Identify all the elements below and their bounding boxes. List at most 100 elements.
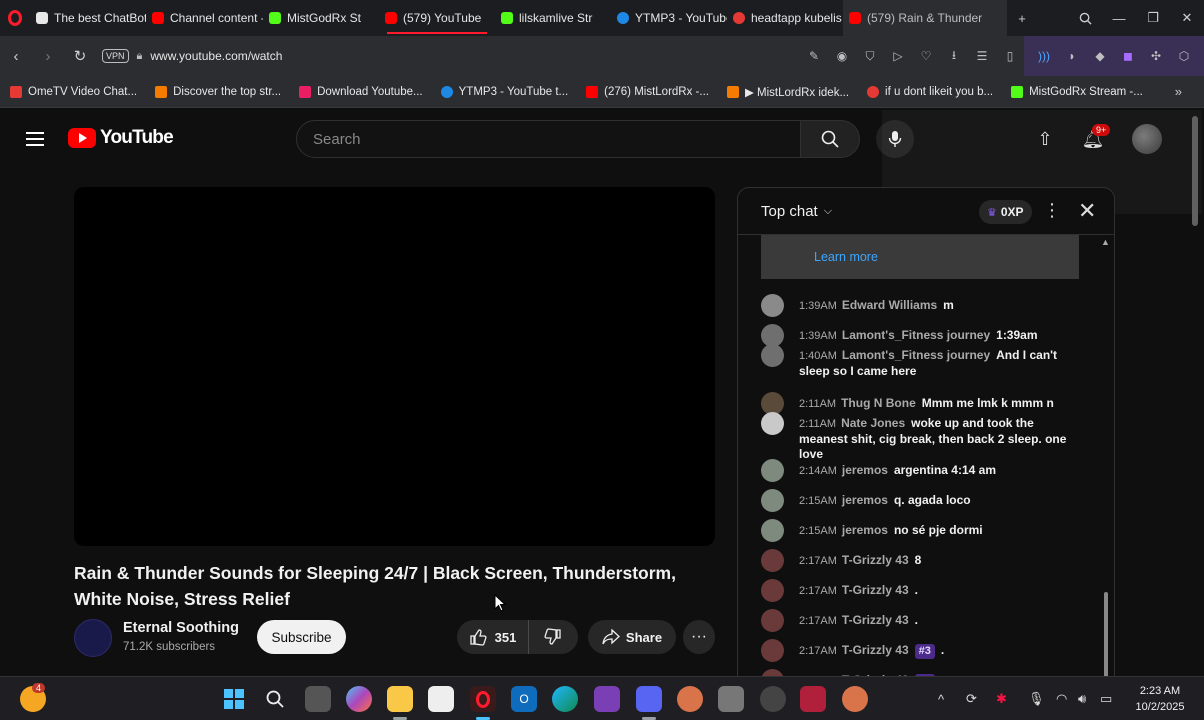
chat-message[interactable]: 2:14AM jeremos argentina 4:14 am [761,459,1081,482]
chat-author-name[interactable]: jeremos [842,523,888,537]
bookmark-if-u-dont[interactable]: if u dont likeit you b... [867,85,993,98]
camera-icon[interactable]: ◉ [828,36,856,76]
puzzle-extension-icon[interactable]: ✣ [1142,36,1170,76]
reload-icon[interactable]: ↻ [64,36,96,76]
chat-author-avatar[interactable] [761,549,784,572]
chat-author-name[interactable]: T-Grizzly 43 [842,643,909,657]
chat-author-name[interactable]: T-Grizzly 43 [842,583,909,597]
wallet-icon[interactable]: ▯ [996,36,1024,76]
mask-extension-icon[interactable]: ◗ [1058,36,1086,76]
bookmarks-overflow-icon[interactable]: » [1175,84,1182,99]
chat-author-name[interactable]: Thug N Bone [841,396,916,410]
system-clock[interactable]: 2:23 AM 10/2/2025 [1128,683,1192,715]
tab-channel-content[interactable]: Channel content - [146,0,263,36]
chevron-down-icon[interactable]: ⌵ [824,205,832,218]
youtube-logo[interactable]: YouTube [68,127,174,149]
clipchamp-icon[interactable] [594,686,620,712]
chat-message[interactable]: 2:17AM T-Grizzly 43 #3. [761,639,1081,662]
windows-start-icon[interactable] [221,686,247,712]
like-button[interactable]: 351 [457,620,529,654]
chat-author-avatar[interactable] [761,489,784,512]
share-button[interactable]: Share [588,620,676,654]
taskbar-search-icon[interactable] [262,686,288,712]
copilot-icon[interactable] [346,686,372,712]
tab-lilskamlive[interactable]: lilskamlive Str [495,0,611,36]
discord-icon[interactable] [636,686,662,712]
xp-badge[interactable]: ♛ 0XP [979,200,1032,224]
opera-taskbar-icon[interactable] [470,686,496,712]
chat-menu-icon[interactable]: ⋮ [1043,200,1061,221]
chat-author-name[interactable]: Lamont's_Fitness journey [842,348,990,362]
chat-author-avatar[interactable] [761,294,784,317]
more-actions-icon[interactable]: ··· [683,620,715,654]
chat-author-avatar[interactable] [761,579,784,602]
volume-icon[interactable]: 🔊︎ [1078,677,1096,720]
chat-message[interactable]: 2:15AM jeremos q. agada loco [761,489,1081,512]
close-window-icon[interactable]: ✕ [1170,0,1204,36]
chat-author-name[interactable]: jeremos [842,463,888,477]
play-icon[interactable]: ▷ [884,36,912,76]
download-icon[interactable]: ⭳ [940,36,968,76]
bookmark-mistgodrx-stream[interactable]: MistGodRx Stream -... [1011,85,1143,98]
new-tab-plus-icon[interactable]: + [1007,0,1037,36]
app-icon[interactable] [677,686,703,712]
chat-message[interactable]: 2:11AM Nate Jones woke up and took the mea… [761,412,1081,462]
chat-message[interactable]: 1:40AM Lamont's_Fitness journey And I can'… [761,344,1081,379]
microsoft-store-icon[interactable] [428,686,454,712]
chat-author-avatar[interactable] [761,459,784,482]
opera-gx-icon[interactable] [800,686,826,712]
app-icon[interactable] [842,686,868,712]
tab-search-icon[interactable] [1068,0,1102,36]
edit-icon[interactable]: ✎ [800,36,828,76]
opera-logo-icon[interactable] [0,0,30,36]
menu-lines-icon[interactable]: ☰ [968,36,996,76]
chat-message[interactable]: 1:39AM Edward Williams m [761,294,1081,317]
minimize-icon[interactable]: — [1102,0,1136,36]
page-scrollbar[interactable] [1192,116,1198,226]
chat-message[interactable]: 2:15AM jeremos no sé pje dormi [761,519,1081,542]
task-view-icon[interactable] [305,686,331,712]
bookmark-download-youtube[interactable]: Download Youtube... [299,85,423,98]
chat-author-name[interactable]: Edward Williams [842,298,937,312]
learn-more-link[interactable]: Learn more [761,235,1079,279]
search-button[interactable] [800,120,860,158]
lock-icon[interactable]: 🔒︎ [137,50,143,63]
tab-ytmp3[interactable]: YTMP3 - YouTube [611,0,727,36]
video-player[interactable] [74,187,715,546]
tray-chevron-up-icon[interactable]: ^ [938,677,952,720]
settings-gear-icon[interactable] [760,686,786,712]
tray-microphone-icon[interactable]: 🎙︎ [1028,677,1045,720]
chat-author-name[interactable]: jeremos [842,493,888,507]
chat-author-avatar[interactable] [761,519,784,542]
chat-message[interactable]: 2:11AM Thug N Bone Mmm me lmk k mmm n [761,392,1081,415]
edge-icon[interactable] [552,686,578,712]
battery-icon[interactable]: ▭ [1100,677,1118,720]
chat-message[interactable]: 1:39AM Lamont's_Fitness journey 1:39am [761,324,1081,347]
tray-app-icon[interactable]: ✱ [996,677,1014,720]
channel-name[interactable]: Eternal Soothing [123,620,239,636]
tab-rain-thunder-active[interactable]: (579) Rain & Thunder [843,0,1007,36]
chat-author-name[interactable]: Nate Jones [841,416,905,430]
hamburger-menu-icon[interactable] [26,132,44,146]
tab-youtube[interactable]: (579) YouTube [379,0,495,36]
audio-extension-icon[interactable]: ))) [1030,36,1058,76]
tab-chatbot[interactable]: The best ChatBot [30,0,146,36]
cube-extension-icon[interactable]: ⬡ [1170,36,1198,76]
bookmark-ometv[interactable]: OmeTV Video Chat... [10,85,137,98]
bookmark-mistlordrx-idek[interactable]: ▶ MistLordRx idek... [726,85,849,99]
chat-author-name[interactable]: T-Grizzly 43 [842,553,909,567]
bookmark-discover[interactable]: Discover the top str... [155,85,281,98]
channel-avatar[interactable] [74,619,112,657]
chat-message[interactable]: 2:17AM T-Grizzly 43 8 [761,549,1081,572]
chat-author-avatar[interactable] [761,609,784,632]
chat-author-avatar[interactable] [761,412,784,435]
camera-app-icon[interactable] [718,686,744,712]
close-chat-icon[interactable]: ✕ [1078,198,1096,224]
file-explorer-icon[interactable] [387,686,413,712]
chat-scrollbar[interactable] [1104,592,1108,678]
chat-author-avatar[interactable] [761,344,784,367]
diamond-extension-icon[interactable]: ◆ [1086,36,1114,76]
chat-message[interactable]: 2:17AM T-Grizzly 43. [761,609,1081,632]
bookmark-ytmp3[interactable]: YTMP3 - YouTube t... [440,85,568,98]
chat-message[interactable]: 2:17AM T-Grizzly 43. [761,579,1081,602]
